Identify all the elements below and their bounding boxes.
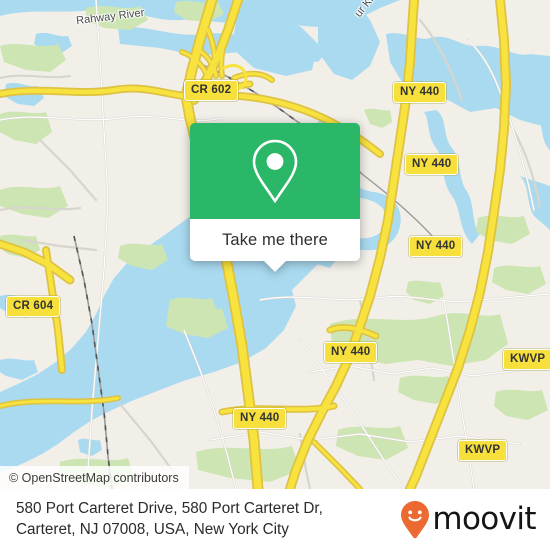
callout-pin-panel — [190, 123, 360, 219]
callout-tail-pointer — [264, 261, 286, 272]
road-shield-cr-604[interactable]: CR 604 — [6, 296, 61, 317]
callout-action-panel[interactable]: Take me there — [190, 219, 360, 261]
take-me-there-label: Take me there — [222, 230, 328, 249]
road-shield-ny-440-east[interactable]: NY 440 — [409, 236, 463, 257]
footer-bar: 580 Port Carteret Drive, 580 Port Carter… — [0, 489, 550, 550]
location-callout-card[interactable]: Take me there — [190, 123, 360, 272]
road-shield-ny-440-north[interactable]: NY 440 — [393, 82, 447, 103]
road-shield-ny-440-southwest[interactable]: NY 440 — [233, 408, 287, 429]
map-screenshot: Rahway River ur Kill CR 602 NY 440 NY 44… — [0, 0, 550, 550]
road-shield-kwvp-north[interactable]: KWVP — [503, 349, 550, 370]
moovit-pin-smile-icon — [401, 500, 430, 538]
moovit-logo[interactable]: moovit — [400, 500, 537, 540]
road-shield-kwvp-south[interactable]: KWVP — [458, 440, 508, 461]
address-caption: 580 Port Carteret Drive, 580 Port Carter… — [16, 499, 323, 538]
road-shield-cr-602[interactable]: CR 602 — [184, 80, 239, 101]
moovit-wordmark: moovit — [432, 501, 536, 537]
road-shield-ny-440-south[interactable]: NY 440 — [324, 342, 378, 363]
map-canvas[interactable]: Rahway River ur Kill CR 602 NY 440 NY 44… — [0, 0, 550, 489]
road-shield-ny-440-mid[interactable]: NY 440 — [405, 154, 459, 175]
osm-attribution[interactable]: © OpenStreetMap contributors — [0, 466, 189, 489]
map-pin-icon — [252, 139, 298, 204]
attribution-text: © OpenStreetMap contributors — [9, 470, 179, 485]
